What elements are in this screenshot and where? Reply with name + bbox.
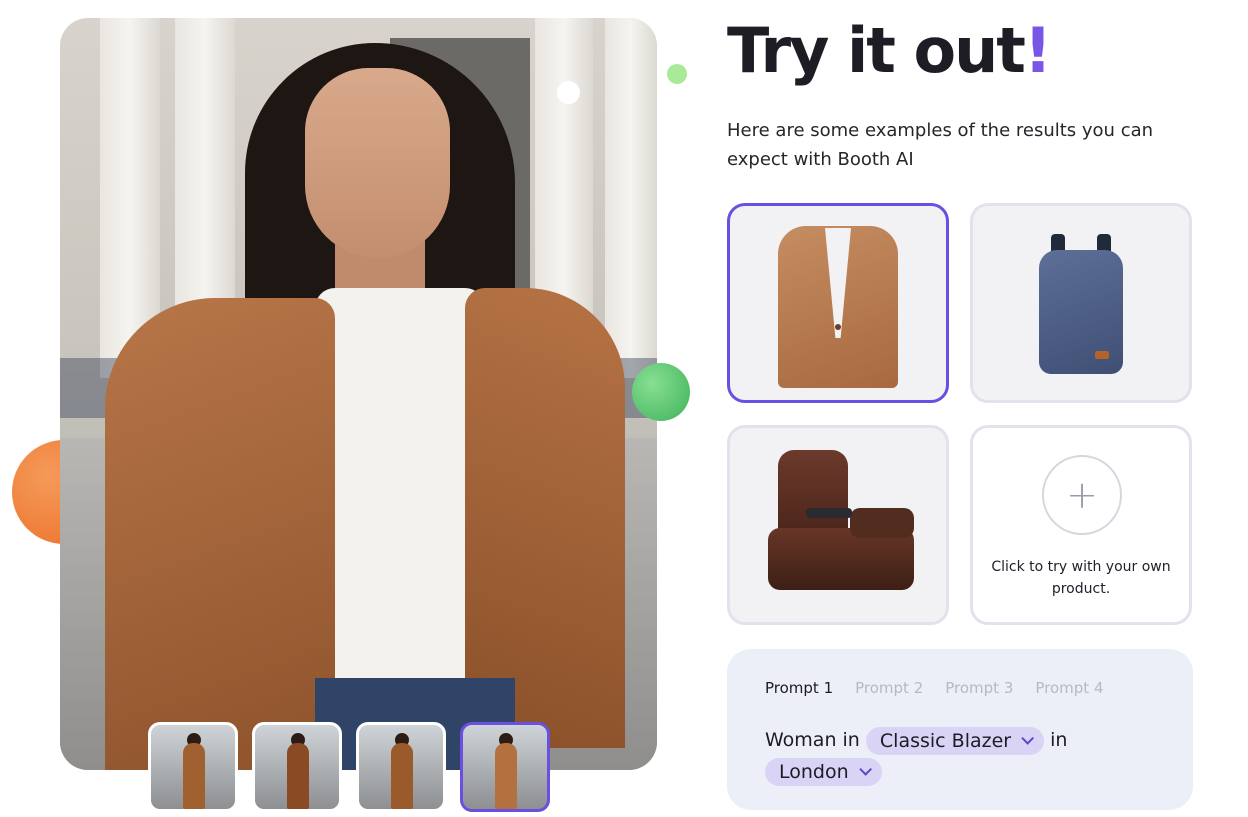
location-dropdown-value: London [779, 760, 849, 783]
product-card-blazer[interactable] [727, 203, 949, 403]
tab-prompt-1[interactable]: Prompt 1 [765, 679, 833, 697]
chair-image [778, 450, 848, 540]
thumbnail-2[interactable] [252, 722, 342, 812]
prompt-prefix: Woman in [765, 729, 860, 751]
add-product-label: Click to try with your own product. [991, 559, 1171, 597]
prompt-sentence: Woman in Classic Blazer in London [765, 725, 1155, 787]
add-product-card[interactable]: + Click to try with your own product. [970, 425, 1192, 625]
title-accent: ! [1023, 14, 1052, 87]
chevron-down-icon [1021, 732, 1035, 745]
item-dropdown-value: Classic Blazer [879, 729, 1012, 752]
page-title: Try it out! [727, 14, 1052, 87]
product-card-backpack[interactable] [970, 203, 1192, 403]
location-dropdown[interactable]: London [765, 757, 882, 786]
tab-prompt-4[interactable]: Prompt 4 [1035, 679, 1103, 697]
thumbnail-1[interactable] [148, 722, 238, 812]
backpack-image [1039, 250, 1123, 374]
generated-photo [60, 18, 657, 770]
prompt-tabs: Prompt 1 Prompt 2 Prompt 3 Prompt 4 [765, 679, 1155, 697]
tab-prompt-3[interactable]: Prompt 3 [945, 679, 1013, 697]
title-text: Try it out [727, 14, 1026, 87]
page-subtitle: Here are some examples of the results yo… [727, 120, 1154, 170]
decorative-green-dot [632, 363, 690, 421]
thumbnail-4-selected[interactable] [460, 722, 550, 812]
decorative-white-dot [557, 81, 580, 104]
prompt-connector: in [1050, 729, 1068, 751]
result-thumbnails [148, 722, 550, 812]
tab-prompt-2[interactable]: Prompt 2 [855, 679, 923, 697]
thumbnail-3[interactable] [356, 722, 446, 812]
product-card-chair[interactable] [727, 425, 949, 625]
prompt-panel: Prompt 1 Prompt 2 Prompt 3 Prompt 4 Woma… [727, 649, 1193, 810]
chevron-down-icon [858, 763, 872, 776]
decorative-green-dot-small [667, 64, 687, 84]
item-dropdown[interactable]: Classic Blazer [865, 726, 1045, 755]
plus-icon: + [1042, 455, 1122, 535]
